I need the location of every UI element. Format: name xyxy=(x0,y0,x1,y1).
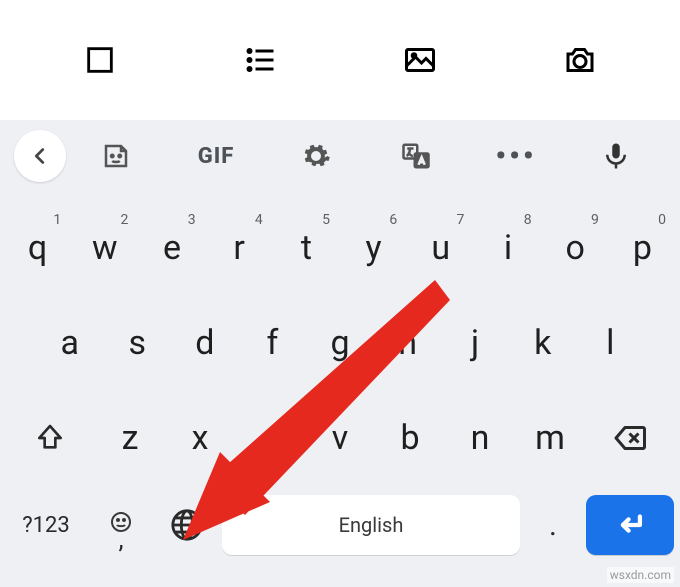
translate-icon[interactable] xyxy=(366,141,466,171)
enter-key[interactable] xyxy=(586,495,674,555)
key-row-2: asdfghjkl xyxy=(0,295,680,390)
key-g[interactable]: g xyxy=(306,305,374,380)
period-key[interactable]: . xyxy=(524,493,582,557)
key-p[interactable]: 0p xyxy=(609,210,676,285)
globe-key[interactable] xyxy=(156,493,218,557)
key-i[interactable]: 8i xyxy=(474,210,541,285)
key-v[interactable]: v xyxy=(305,400,375,475)
key-l[interactable]: l xyxy=(576,305,644,380)
emoji-key[interactable]: , xyxy=(90,493,152,557)
key-w[interactable]: 2w xyxy=(71,210,138,285)
key-y[interactable]: 6y xyxy=(340,210,407,285)
image-icon[interactable] xyxy=(400,40,440,80)
sticker-icon[interactable] xyxy=(66,141,166,171)
suggestion-back-button[interactable] xyxy=(14,130,66,182)
gif-button[interactable]: GIF xyxy=(166,144,266,169)
more-button[interactable]: ••• xyxy=(466,139,566,174)
key-row-4: ?123 , English . xyxy=(0,485,680,569)
key-k[interactable]: k xyxy=(509,305,577,380)
key-u[interactable]: 7u xyxy=(407,210,474,285)
key-e[interactable]: 3e xyxy=(138,210,205,285)
shift-key[interactable] xyxy=(4,400,95,475)
key-row-1: 1q2w3e4r5t6y7u8i9o0p xyxy=(0,200,680,295)
key-row-3: zxcvbnm xyxy=(0,390,680,485)
key-c[interactable]: c xyxy=(235,400,305,475)
key-z[interactable]: z xyxy=(95,400,165,475)
mic-icon[interactable] xyxy=(566,141,666,171)
gear-icon[interactable] xyxy=(266,141,366,171)
key-d[interactable]: d xyxy=(171,305,239,380)
key-o[interactable]: 9o xyxy=(542,210,609,285)
square-icon[interactable] xyxy=(80,40,120,80)
key-r[interactable]: 4r xyxy=(206,210,273,285)
key-n[interactable]: n xyxy=(445,400,515,475)
key-m[interactable]: m xyxy=(515,400,585,475)
composer-toolbar xyxy=(0,0,680,120)
keyboard: 1q2w3e4r5t6y7u8i9o0p asdfghjkl zxcvbnm ?… xyxy=(0,192,680,587)
key-x[interactable]: x xyxy=(165,400,235,475)
camera-icon[interactable] xyxy=(560,40,600,80)
key-h[interactable]: h xyxy=(374,305,442,380)
key-b[interactable]: b xyxy=(375,400,445,475)
key-t[interactable]: 5t xyxy=(273,210,340,285)
key-s[interactable]: s xyxy=(104,305,172,380)
key-q[interactable]: 1q xyxy=(4,210,71,285)
key-a[interactable]: a xyxy=(36,305,104,380)
watermark: wsxdn.com xyxy=(607,567,674,583)
list-icon[interactable] xyxy=(240,40,280,80)
symbols-key[interactable]: ?123 xyxy=(6,493,86,557)
backspace-key[interactable] xyxy=(585,400,676,475)
space-key[interactable]: English xyxy=(222,495,520,555)
key-j[interactable]: j xyxy=(441,305,509,380)
key-f[interactable]: f xyxy=(239,305,307,380)
keyboard-suggestion-row: GIF ••• xyxy=(0,120,680,192)
